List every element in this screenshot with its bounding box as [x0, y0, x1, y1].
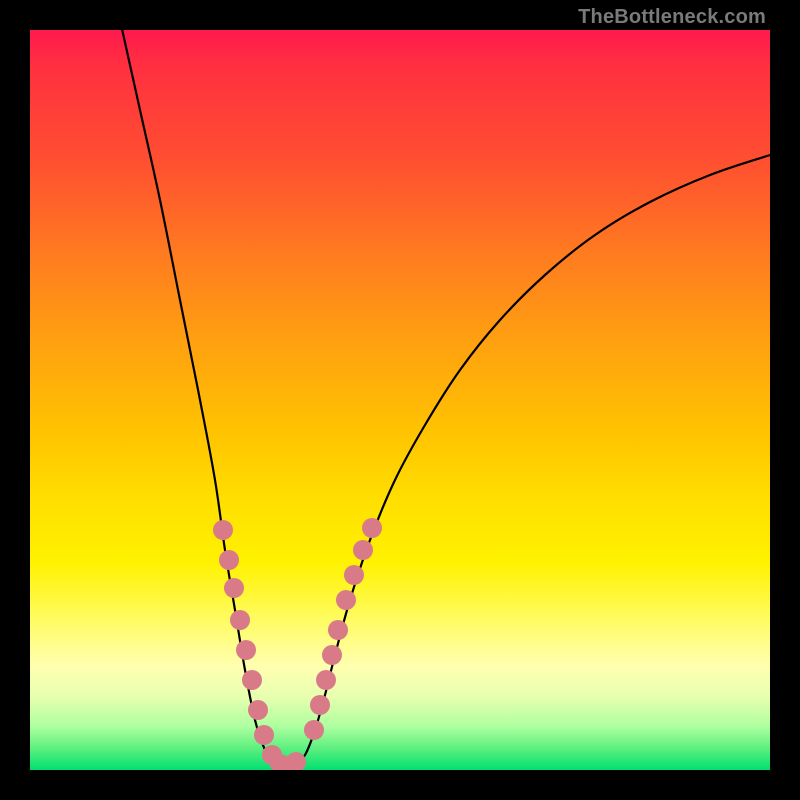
- data-point: [224, 578, 244, 598]
- data-point: [328, 620, 348, 640]
- watermark-text: TheBottleneck.com: [578, 6, 766, 29]
- data-point: [254, 725, 274, 745]
- data-point: [304, 720, 324, 740]
- data-point: [242, 670, 262, 690]
- data-point: [316, 670, 336, 690]
- chart-container: TheBottleneck.com: [0, 0, 800, 800]
- data-points-left-branch: [213, 520, 306, 770]
- data-point: [248, 700, 268, 720]
- plot-area: [30, 30, 770, 770]
- data-point: [230, 610, 250, 630]
- data-point: [336, 590, 356, 610]
- data-point: [310, 695, 330, 715]
- data-point: [344, 565, 364, 585]
- data-point: [219, 550, 239, 570]
- data-points-right-branch: [304, 518, 382, 740]
- chart-svg: [30, 30, 770, 770]
- data-point: [213, 520, 233, 540]
- data-point: [362, 518, 382, 538]
- data-point: [286, 752, 306, 770]
- data-point: [236, 640, 256, 660]
- data-point: [322, 645, 342, 665]
- data-point: [353, 540, 373, 560]
- bottleneck-curve: [120, 30, 770, 768]
